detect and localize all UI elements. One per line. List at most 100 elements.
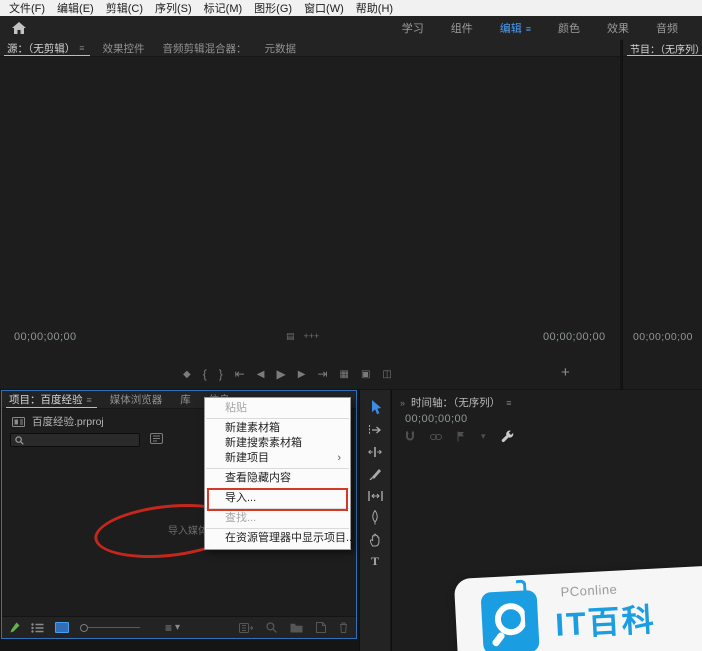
list-view-icon[interactable] — [31, 622, 44, 633]
menu-separator — [206, 528, 349, 529]
timeline-toolbar: ▾ — [405, 430, 514, 443]
app-menubar: 文件(F) 编辑(E) 剪辑(C) 序列(S) 标记(M) 图形(G) 窗口(W… — [0, 0, 702, 16]
chevron-down-icon: ▾ — [175, 622, 181, 633]
tab-libraries[interactable]: 库 — [173, 391, 202, 408]
razor-tool[interactable] — [360, 465, 390, 482]
goto-in-icon[interactable]: ⇤ — [235, 367, 245, 381]
submenu-arrow-icon: › — [337, 452, 341, 464]
filter-bin-icon[interactable] — [150, 433, 163, 444]
source-button-editor-icon[interactable]: +++ — [304, 331, 320, 342]
home-icon[interactable] — [12, 22, 26, 34]
project-writable-icon[interactable] — [10, 622, 20, 633]
ripple-edit-tool[interactable] — [360, 443, 390, 460]
watermark: PConline IT百科 — [453, 564, 702, 651]
menu-item-new-bin[interactable]: 新建素材箱 — [205, 421, 350, 436]
linked-selection-icon[interactable] — [430, 433, 442, 441]
selection-tool[interactable] — [360, 399, 390, 416]
source-current-timecode[interactable]: 00;00;00;00 — [14, 331, 77, 343]
program-monitor-panel: 节目：（无序列）≡ 00;00;00;00 — [622, 40, 702, 389]
panel-menu-icon[interactable]: ≡ — [79, 43, 84, 53]
panel-menu-icon[interactable]: ≡ — [87, 395, 92, 405]
menu-item-reveal-in-explorer[interactable]: 在资源管理器中显示项目... — [205, 531, 355, 546]
panel-menu-icon[interactable]: ≡ — [506, 398, 511, 408]
menu-window[interactable]: 窗口(W) — [298, 0, 350, 16]
button-editor-plus-icon[interactable]: + — [561, 364, 570, 381]
menu-help[interactable]: 帮助(H) — [350, 0, 399, 16]
zoom-slider[interactable] — [80, 623, 140, 632]
watermark-magnifier-icon — [480, 589, 540, 651]
mark-out-icon[interactable]: } — [219, 367, 223, 381]
workspace-tab-learn[interactable]: 学习 — [402, 20, 424, 36]
workspace-tabs: 学习 组件 编辑 ≡ 颜色 效果 音频 — [402, 20, 702, 36]
export-frame-icon[interactable]: ◫ — [382, 369, 391, 380]
automate-to-sequence-icon[interactable] — [239, 622, 253, 633]
menu-sequence[interactable]: 序列(S) — [149, 0, 198, 16]
project-file-row[interactable]: 百度经验.prproj — [12, 414, 104, 429]
tab-effect-controls[interactable]: 效果控件 — [96, 40, 156, 56]
slip-tool[interactable] — [360, 487, 390, 504]
source-monitor-panel: 源：（无剪辑） ≡ 效果控件 音频剪辑混合器： 元数据 00;00;00;00 ▤… — [0, 40, 620, 389]
program-timecode[interactable]: 00;00;00;00 — [633, 331, 693, 343]
workspace-tab-audio[interactable]: 音频 — [656, 20, 678, 36]
delete-icon[interactable] — [339, 622, 348, 633]
add-marker-icon[interactable]: ◆ — [183, 369, 191, 380]
sort-icons-button[interactable]: ≡ ▾ — [165, 621, 180, 635]
timeline-timecode[interactable]: 00;00;00;00 — [405, 413, 468, 425]
icon-view-icon[interactable] — [55, 622, 69, 633]
tab-source-monitor[interactable]: 源：（无剪辑） ≡ — [0, 40, 96, 56]
timeline-settings-wrench-icon[interactable] — [501, 430, 514, 443]
tab-media-browser[interactable]: 媒体浏览器 — [103, 391, 174, 408]
workspace-tab-editing[interactable]: 编辑 ≡ — [500, 20, 531, 36]
tab-project[interactable]: 项目：百度经验 ≡ — [2, 391, 103, 408]
menu-edit[interactable]: 编辑(E) — [51, 0, 100, 16]
step-forward-icon[interactable]: ▶ — [298, 369, 306, 380]
source-transport-controls: ◆ { } ⇤ ◀ ▶ ▶ ⇥ ▦ ▣ ◫ — [183, 367, 392, 381]
menu-separator — [206, 468, 349, 469]
overwrite-icon[interactable]: ▣ — [361, 369, 370, 380]
source-panel-tabs: 源：（无剪辑） ≡ 效果控件 音频剪辑混合器： 元数据 — [0, 40, 620, 57]
panel-expander-icon[interactable]: » — [400, 398, 405, 408]
menu-file[interactable]: 文件(F) — [3, 0, 51, 16]
timeline-title[interactable]: 时间轴：（无序列） — [411, 395, 500, 410]
menu-item-new-item[interactable]: 新建项目 › — [205, 451, 350, 466]
new-item-icon[interactable] — [316, 622, 326, 633]
workspace-tab-color[interactable]: 颜色 — [558, 20, 580, 36]
tab-metadata[interactable]: 元数据 — [258, 40, 308, 56]
find-icon[interactable] — [266, 622, 277, 633]
search-input[interactable] — [10, 433, 140, 447]
goto-out-icon[interactable]: ⇥ — [317, 367, 327, 381]
workspace-bar: 学习 组件 编辑 ≡ 颜色 效果 音频 — [0, 16, 702, 40]
type-tool[interactable]: T — [360, 553, 390, 570]
mark-in-icon[interactable]: { — [203, 367, 207, 381]
workspace-tab-effects[interactable]: 效果 — [607, 20, 629, 36]
menu-graphics[interactable]: 图形(G) — [248, 0, 298, 16]
snap-icon[interactable] — [405, 431, 415, 442]
premiere-window: 文件(F) 编辑(E) 剪辑(C) 序列(S) 标记(M) 图形(G) 窗口(W… — [0, 0, 702, 651]
source-settings-icon[interactable]: ▤ — [286, 331, 295, 342]
sort-icon: ≡ — [165, 620, 173, 635]
zoom-slider-knob[interactable] — [80, 623, 88, 632]
menu-item-paste[interactable]: 粘贴 — [205, 401, 350, 416]
menu-item-view-hidden[interactable]: 查看隐藏内容 — [205, 471, 350, 486]
track-select-forward-tool[interactable] — [360, 421, 390, 438]
menu-item-new-search-bin[interactable]: 新建搜索素材箱 — [205, 436, 350, 451]
tab-program-monitor[interactable]: 节目：（无序列）≡ — [623, 40, 702, 56]
menu-item-find[interactable]: 查找... — [205, 511, 350, 526]
tab-audio-clip-mixer[interactable]: 音频剪辑混合器： — [156, 40, 258, 56]
workspace-tab-assembly[interactable]: 组件 — [451, 20, 473, 36]
watermark-title: IT百科 — [554, 601, 657, 643]
menu-clip[interactable]: 剪辑(C) — [100, 0, 149, 16]
project-file-icon — [12, 416, 25, 427]
menu-separator — [206, 418, 349, 419]
project-file-name: 百度经验.prproj — [32, 416, 104, 428]
pen-tool[interactable] — [360, 509, 390, 526]
insert-icon[interactable]: ▦ — [340, 369, 349, 380]
hand-tool[interactable] — [360, 531, 390, 548]
menu-marker[interactable]: 标记(M) — [198, 0, 249, 16]
new-bin-icon[interactable] — [290, 623, 303, 633]
play-icon[interactable]: ▶ — [277, 367, 286, 381]
workspace-menu-icon[interactable]: ≡ — [526, 24, 531, 34]
step-back-icon[interactable]: ◀ — [257, 369, 265, 380]
chevron-down-icon[interactable]: ▾ — [481, 431, 486, 442]
add-marker-icon[interactable] — [457, 431, 466, 442]
